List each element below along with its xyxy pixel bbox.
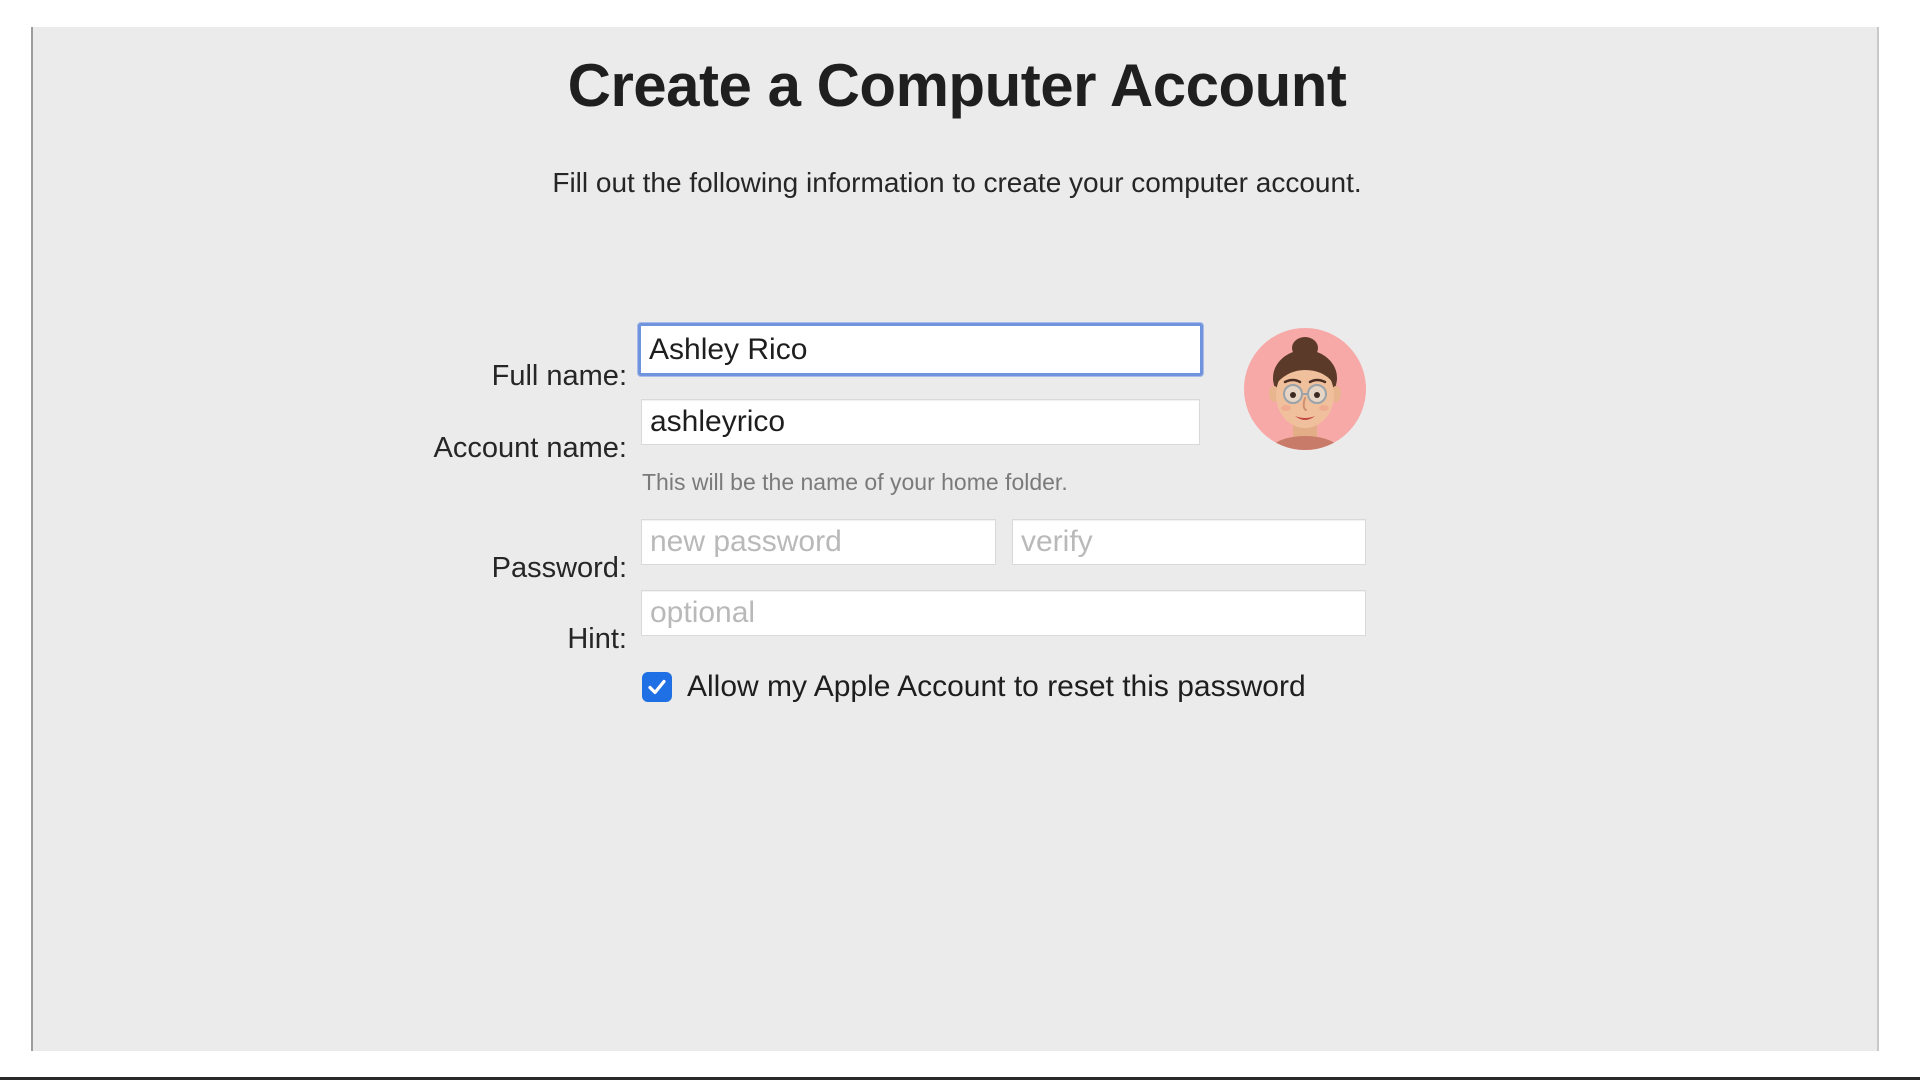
full-name-value: Ashley Rico [649,332,808,366]
account-name-value: ashleyrico [650,405,786,438]
hint-field[interactable]: optional [641,590,1366,636]
hint-label: Hint: [567,623,627,655]
full-name-label: Full name: [491,360,627,392]
account-name-label: Account name: [433,432,627,464]
user-avatar[interactable] [1244,328,1366,450]
password-label: Password: [491,552,627,584]
reset-password-label[interactable]: Allow my Apple Account to reset this pas… [687,670,1306,704]
new-password-placeholder: new password [650,525,842,558]
verify-password-placeholder: verify [1021,525,1093,558]
setup-window: Create a Computer Account Fill out the f… [31,27,1879,1051]
screen: Create a Computer Account Fill out the f… [0,0,1920,1080]
account-name-field[interactable]: ashleyrico [641,399,1200,445]
page-title: Create a Computer Account [567,52,1347,119]
new-password-field[interactable]: new password [641,519,996,565]
checkmark-icon [648,679,666,695]
page-subtitle: Fill out the following information to cr… [552,167,1362,198]
account-name-help-text: This will be the name of your home folde… [642,469,1068,495]
reset-password-checkbox[interactable] [642,672,672,702]
hint-placeholder: optional [650,596,756,629]
verify-password-field[interactable]: verify [1012,519,1366,565]
memoji-avatar-icon [1269,337,1341,450]
full-name-field[interactable]: Ashley Rico [638,323,1203,376]
